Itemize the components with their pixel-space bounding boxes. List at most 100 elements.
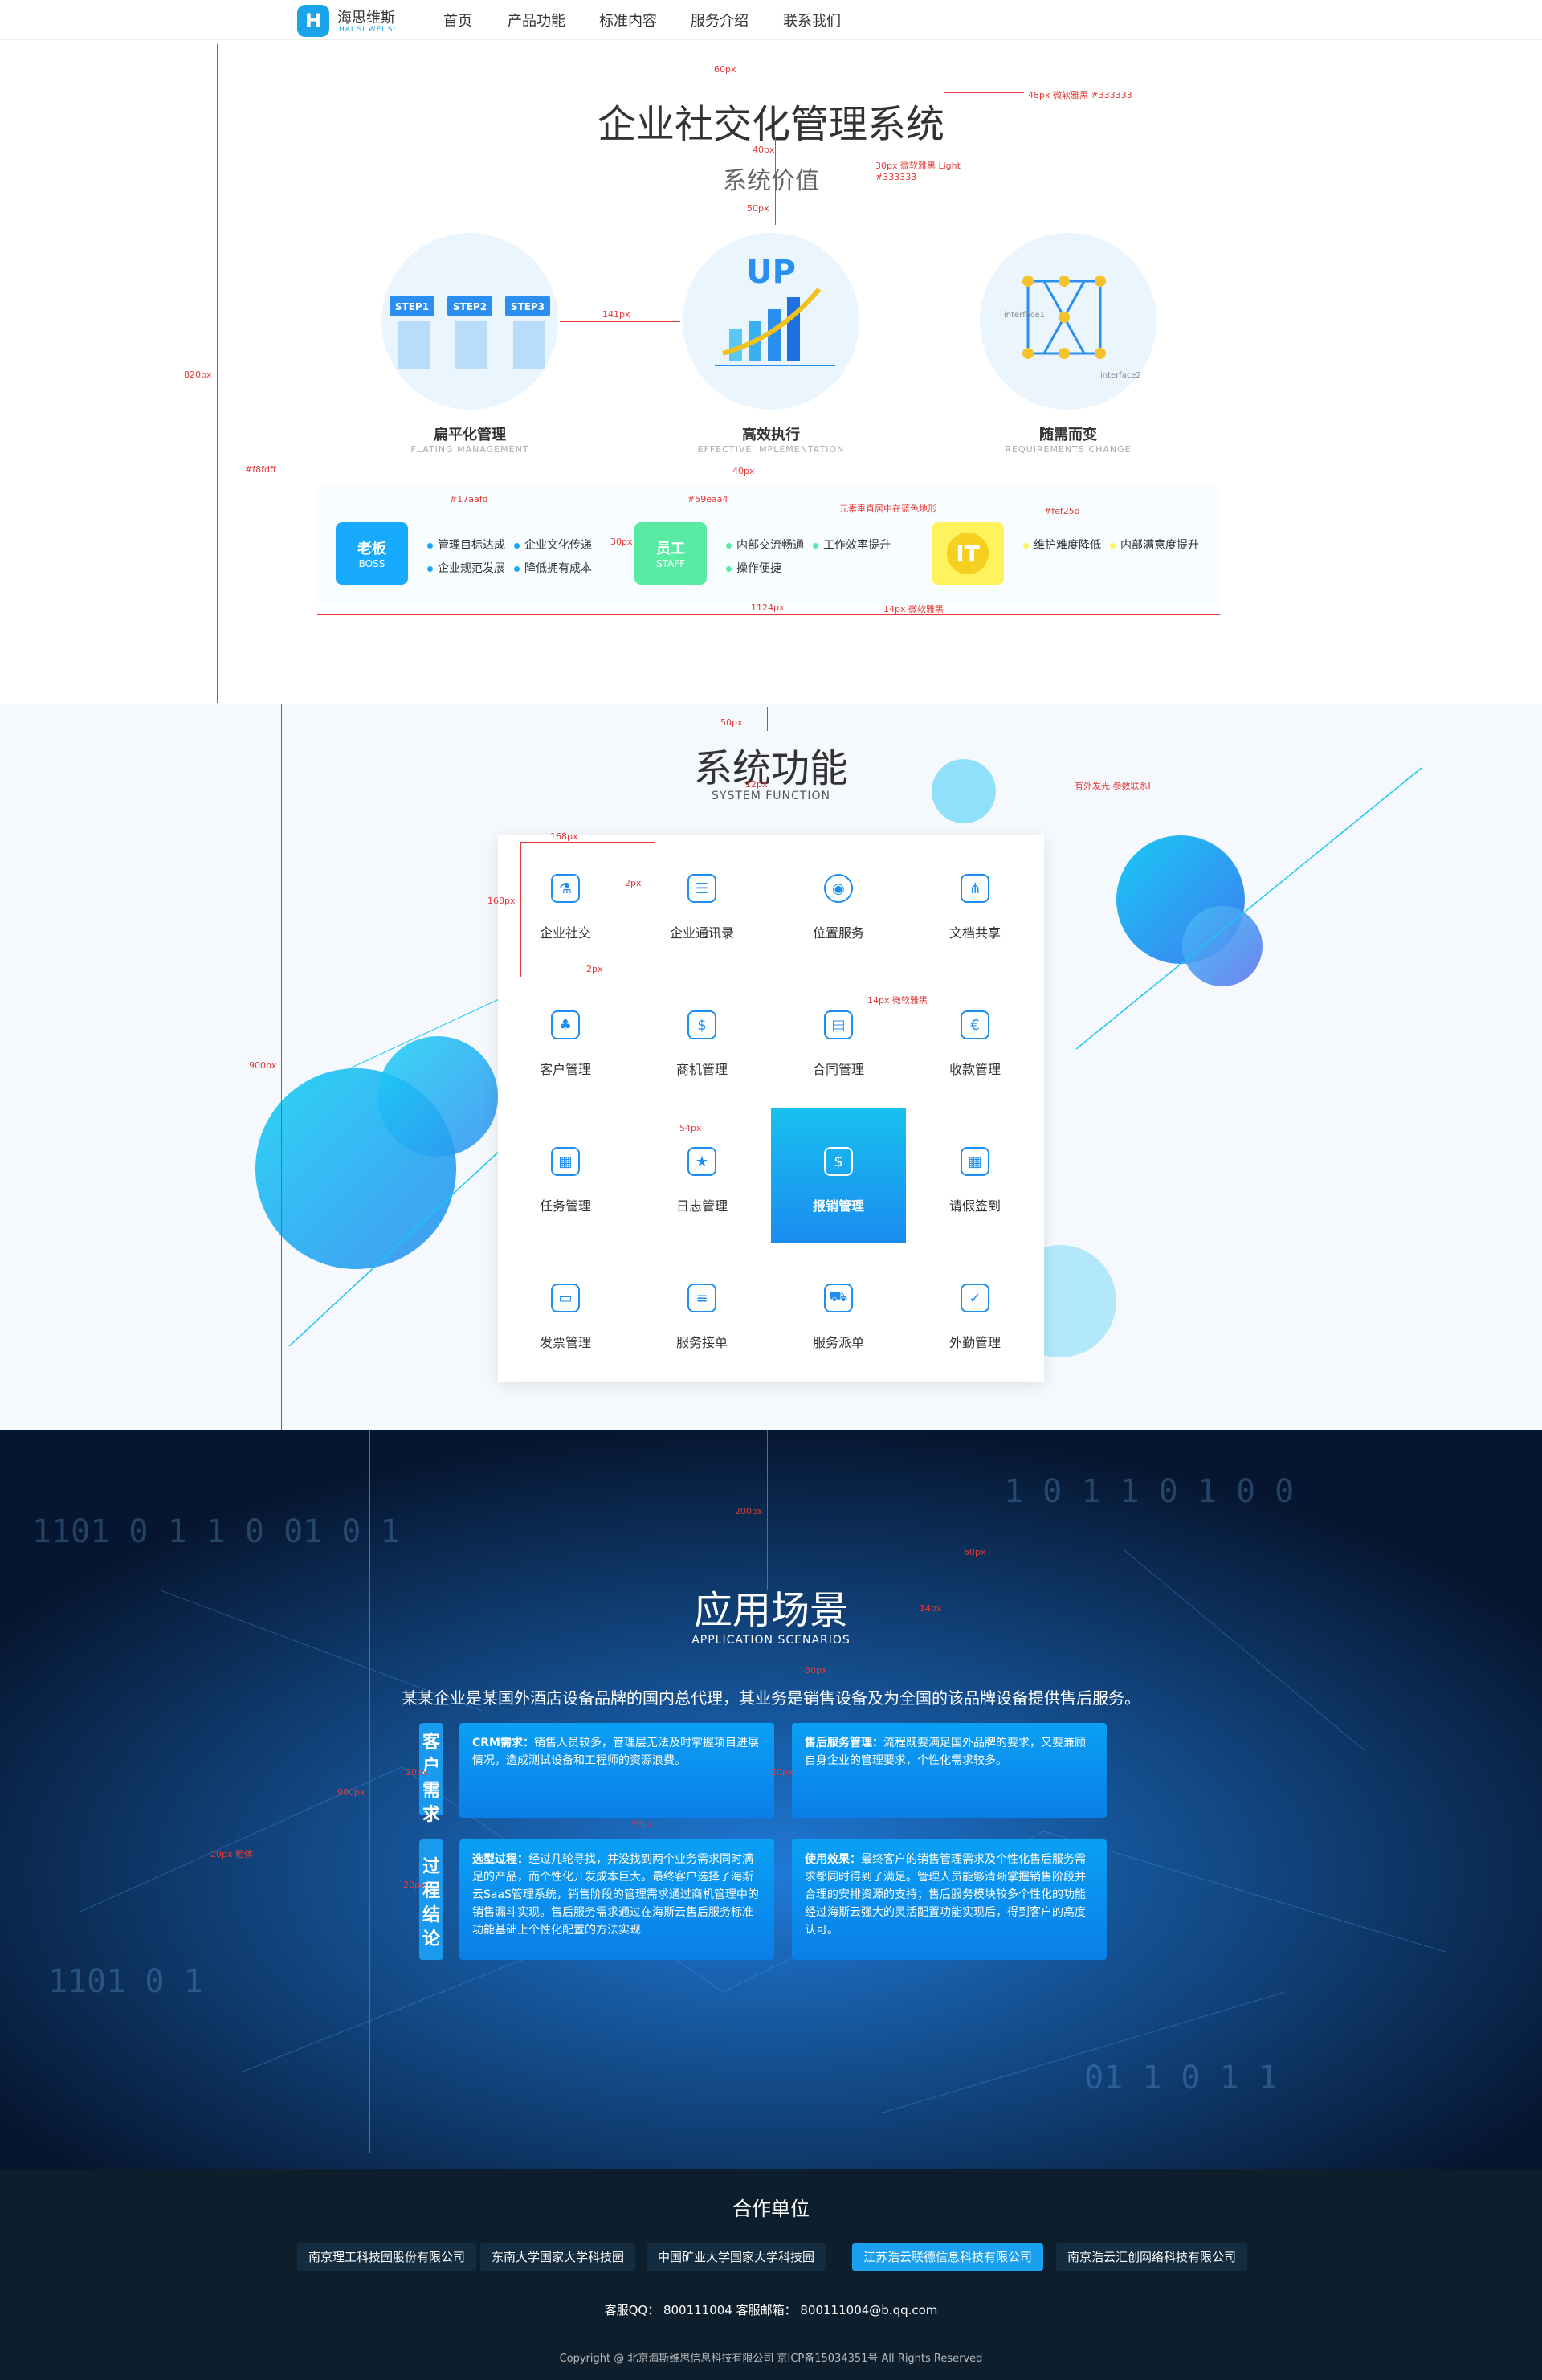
annotation-line [520, 842, 655, 843]
annotation-line [281, 704, 282, 1430]
function-label: 服务接单 [675, 1335, 728, 1350]
feature-title-flat: 扁平化管理 [434, 427, 506, 443]
nav-standards[interactable]: 标准内容 [599, 10, 657, 31]
annotation-line [775, 137, 776, 225]
function-label: 文档共享 [948, 925, 1001, 941]
annotation: 141px [602, 309, 630, 320]
annotation-line [369, 1430, 370, 2153]
steps-illustration: STEP1 STEP2 STEP3 [381, 233, 558, 410]
contacts-icon: ☰ [687, 874, 716, 903]
role-boss-name: 老板 [357, 541, 386, 557]
task-icon: ▦ [551, 1147, 580, 1176]
reimburse-icon: $ [824, 1147, 853, 1176]
annotation: 50px [720, 717, 743, 728]
function-reimburse[interactable]: $ 报销管理 [771, 1108, 906, 1243]
step2-label: STEP2 [453, 301, 487, 312]
calendar-icon: ▦ [961, 1147, 989, 1176]
function-log[interactable]: ★ 日志管理 [634, 1108, 769, 1243]
nav-services[interactable]: 服务介绍 [691, 10, 749, 31]
function-leave[interactable]: ▦ 请假签到 [908, 1108, 1042, 1243]
function-social[interactable]: ⚗ 企业社交 [498, 835, 633, 970]
function-label: 日志管理 [675, 1198, 728, 1214]
annotation: 14px 微软雅黑 [883, 604, 944, 614]
copyright: Copyright @ 北京海斯维思信息科技有限公司 京ICP备15034351… [559, 2353, 983, 2365]
feature-title-effective: 高效执行 [742, 427, 800, 443]
function-invoice[interactable]: ▭ 发票管理 [498, 1245, 633, 1380]
function-label: 外勤管理 [948, 1335, 1001, 1350]
role-boss-badge: 老板 BOSS [336, 522, 408, 585]
annotation-line [767, 707, 768, 731]
invoice-icon: ▭ [551, 1284, 580, 1312]
function-label: 报销管理 [812, 1198, 864, 1214]
annotation: #fef25d [1044, 506, 1080, 516]
function-service-order[interactable]: ≡ 服务接单 [634, 1245, 769, 1380]
annotation: 50px [747, 203, 769, 214]
role-boss-item: 管理目标达成 [427, 537, 505, 553]
svg-text:1101 0 1: 1101 0 1 [48, 1963, 203, 2000]
nav-contact[interactable]: 联系我们 [783, 10, 841, 31]
logo-icon[interactable]: H [297, 5, 329, 37]
truck-icon: ⛟ [824, 1284, 853, 1312]
function-task[interactable]: ▦ 任务管理 [498, 1108, 633, 1243]
function-contract[interactable]: ▤ 合同管理 [771, 972, 906, 1107]
partner-link[interactable]: 中国矿业大学国家大学科技园 [647, 2243, 826, 2271]
role-it-badge: IT [932, 522, 1004, 585]
role-staff-item: 操作便捷 [726, 560, 781, 576]
function-label: 客户管理 [539, 1062, 591, 1077]
partners-title: 合作单位 [732, 2198, 810, 2220]
svg-text:1 0 1 1 0 1 0 0: 1 0 1 1 0 1 0 0 [1004, 1473, 1294, 1510]
function-field[interactable]: ✓ 外勤管理 [908, 1245, 1042, 1380]
partner-link[interactable]: 南京浩云汇创网络科技有限公司 [1056, 2243, 1248, 2271]
annotation: 900px [337, 1787, 365, 1798]
tab-process-conclusion[interactable]: 过程结论 [419, 1839, 443, 1960]
customers-icon: ♣ [551, 1010, 580, 1039]
annotation: 54px [679, 1123, 702, 1133]
section2-title: 系统功能 [693, 746, 848, 791]
annotation: 820px [184, 369, 212, 380]
partner-link-active[interactable]: 江苏浩云联德信息科技有限公司 [852, 2243, 1044, 2271]
feature-title-change: 随需而变 [1039, 427, 1097, 443]
function-dispatch[interactable]: ⛟ 服务派单 [771, 1245, 906, 1380]
function-payment[interactable]: € 收款管理 [908, 972, 1042, 1107]
annotation: 30px [805, 1665, 827, 1676]
step3-label: STEP3 [511, 301, 545, 312]
card-effect: 使用效果：最终客户的销售管理需求及个性化售后服务需求都同时得到了满足。管理人员能… [792, 1839, 1107, 1960]
annotation: 168px [550, 831, 578, 842]
section3-description: 某某企业是某国外酒店设备品牌的国内总代理，其业务是销售设备及为全国的该品牌设备提… [402, 1688, 1140, 1708]
annotation: #f8fdff [245, 464, 276, 475]
section1-title: 企业社交化管理系统 [597, 102, 944, 147]
nav-home[interactable]: 首页 [443, 10, 472, 31]
clipboard-icon: ≡ [687, 1284, 716, 1312]
annotation-line [944, 92, 1024, 93]
contact-info: 客服QQ： 800111004 客服邮箱： 800111004@b.qq.com [604, 2303, 938, 2317]
function-doc-share[interactable]: ⋔ 文档共享 [908, 835, 1042, 970]
partner-link[interactable]: 东南大学国家大学科技园 [480, 2243, 636, 2271]
function-contacts[interactable]: ☰ 企业通讯录 [634, 835, 769, 970]
contract-icon: ▤ [824, 1010, 853, 1039]
interface2-label: interface2 [1100, 371, 1141, 380]
annotation: 12px [745, 779, 768, 790]
role-staff-en: STAFF [655, 558, 686, 569]
role-boss-item: 企业文化传递 [514, 537, 592, 553]
share-icon: ⋔ [961, 874, 989, 903]
annotation-line [317, 614, 1220, 615]
function-label: 请假签到 [948, 1198, 1001, 1214]
annotation: #17aafd [450, 494, 488, 504]
function-label: 收款管理 [948, 1062, 1001, 1077]
up-label: UP [746, 254, 796, 291]
function-location[interactable]: ◉ 位置服务 [771, 835, 906, 970]
function-opportunity[interactable]: $ 商机管理 [634, 972, 769, 1107]
annotation: 900px [249, 1060, 277, 1071]
function-customers[interactable]: ♣ 客户管理 [498, 972, 633, 1107]
role-it-name: IT [947, 533, 989, 574]
nav-products[interactable]: 产品功能 [508, 10, 565, 31]
role-boss-item: 降低拥有成本 [514, 560, 592, 576]
partner-link[interactable]: 南京理工科技园股份有限公司 [297, 2243, 477, 2271]
role-it-item: 内部满意度提升 [1110, 537, 1199, 553]
annotation-line [560, 321, 680, 322]
annotation: 20px [406, 1767, 428, 1778]
logo-text[interactable]: 海思维斯 [337, 6, 395, 27]
svg-text:1101 0 1 1 0 01 0 1: 1101 0 1 1 0 01 0 1 [32, 1513, 400, 1550]
feature-sub-flat: FLATING MANAGEMENT [410, 444, 529, 455]
function-label: 企业通讯录 [669, 925, 734, 941]
